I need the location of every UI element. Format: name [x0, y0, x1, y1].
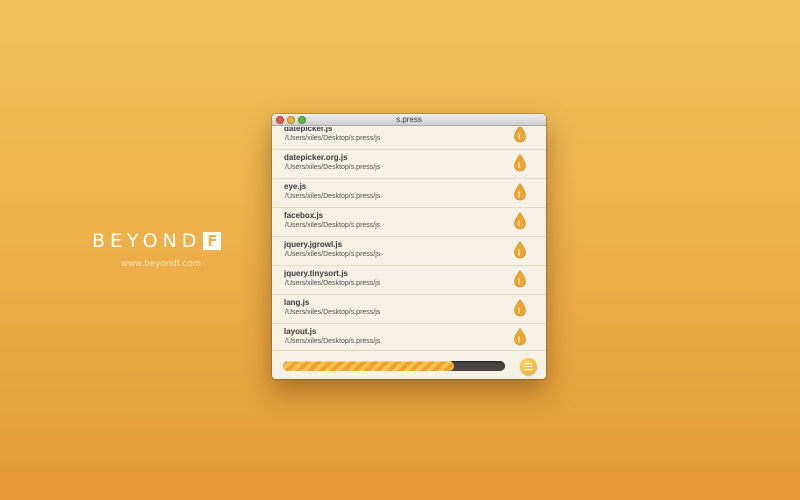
- file-name: facebox.js: [284, 211, 324, 220]
- file-row[interactable]: eye.js/Users/xiles/Desktop/s.press/js: [272, 179, 546, 208]
- file-path: /Users/xiles/Desktop/s.press/js: [285, 338, 381, 345]
- file-path: /Users/xiles/Desktop/s.press/js: [285, 135, 381, 142]
- file-row[interactable]: layout.js/Users/xiles/Desktop/s.press/js: [272, 324, 546, 350]
- drop-icon: [514, 270, 526, 288]
- brand-url[interactable]: www.beyondf.com: [121, 258, 201, 269]
- file-name: layout.js: [284, 327, 317, 336]
- drop-icon: [514, 328, 526, 346]
- brand-logo: BEYOND F: [92, 230, 232, 252]
- file-path: /Users/xiles/Desktop/s.press/js: [285, 309, 381, 316]
- drop-icon: [514, 241, 526, 259]
- file-name: lang.js: [284, 298, 310, 307]
- file-path: /Users/xiles/Desktop/s.press/js: [285, 164, 381, 171]
- app-window: s.press datepicker.js/Users/xiles/Deskto…: [272, 114, 546, 379]
- file-row[interactable]: jquery.tinysort.js/Users/xiles/Desktop/s…: [272, 266, 546, 295]
- file-row[interactable]: facebox.js/Users/xiles/Desktop/s.press/j…: [272, 208, 546, 237]
- file-row[interactable]: datepicker.js/Users/xiles/Desktop/s.pres…: [272, 127, 546, 150]
- file-name: jquery.jgrowl.js: [284, 240, 343, 249]
- menu-icon: [525, 363, 532, 364]
- progress-bar: [283, 361, 505, 371]
- drop-icon: [514, 299, 526, 317]
- footer-bar: [272, 350, 546, 379]
- file-name: jquery.tinysort.js: [284, 269, 348, 278]
- menu-icon-line: [525, 369, 532, 370]
- progress-fill: [283, 361, 454, 371]
- file-path: /Users/xiles/Desktop/s.press/js: [285, 251, 381, 258]
- file-name: datepicker.org.js: [284, 153, 348, 162]
- drop-icon: [514, 183, 526, 201]
- window-title: s.press: [396, 115, 422, 124]
- brand-name: BEYOND: [92, 230, 202, 252]
- file-path: /Users/xiles/Desktop/s.press/js: [285, 193, 381, 200]
- file-path: /Users/xiles/Desktop/s.press/js: [285, 222, 381, 229]
- drop-icon: [514, 212, 526, 230]
- file-row[interactable]: lang.js/Users/xiles/Desktop/s.press/js: [272, 295, 546, 324]
- title-bar[interactable]: s.press: [272, 114, 546, 126]
- menu-icon-line: [525, 366, 532, 367]
- drop-icon: [514, 154, 526, 172]
- file-list[interactable]: datepicker.js/Users/xiles/Desktop/s.pres…: [272, 127, 546, 350]
- menu-button[interactable]: [520, 358, 537, 375]
- file-path: /Users/xiles/Desktop/s.press/js: [285, 280, 381, 287]
- file-row[interactable]: datepicker.org.js/Users/xiles/Desktop/s.…: [272, 150, 546, 179]
- file-name: eye.js: [284, 182, 307, 191]
- brand-mark: F: [203, 232, 222, 250]
- file-name: datepicker.js: [284, 127, 333, 133]
- file-row[interactable]: jquery.jgrowl.js/Users/xiles/Desktop/s.p…: [272, 237, 546, 266]
- drop-icon: [514, 127, 526, 143]
